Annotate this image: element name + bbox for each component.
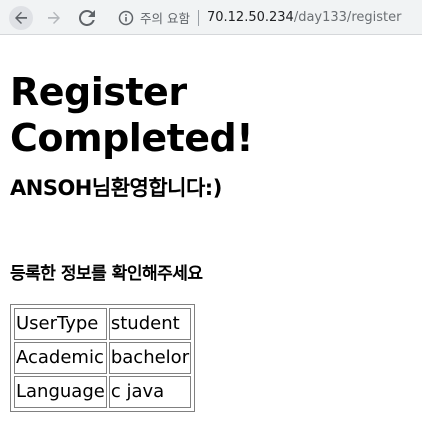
table-row: Language c java: [14, 376, 192, 408]
registration-info-table: UserType student Academic bachelor Langu…: [10, 304, 196, 412]
url-host: 70.12.50.234: [206, 10, 294, 25]
back-button[interactable]: [9, 6, 33, 30]
confirm-prompt: 등록한 정보를 확인해주세요: [10, 264, 203, 284]
row-value: student: [108, 308, 192, 340]
row-label: Language: [14, 376, 107, 408]
page-title: Register Completed!: [10, 70, 254, 160]
row-label: UserType: [14, 308, 107, 340]
forward-button[interactable]: [42, 6, 66, 30]
arrow-right-icon: [48, 11, 60, 24]
row-value: c java: [108, 376, 192, 408]
reload-icon: [79, 10, 95, 26]
info-icon[interactable]: [118, 10, 134, 26]
arrow-left-icon: [15, 11, 27, 24]
welcome-message: ANSOH님환영합니다:): [10, 176, 222, 200]
page-content: Register Completed! ANSOH님환영합니다:) 등록한 정보…: [10, 36, 420, 412]
url-path: /day133/register: [293, 10, 402, 25]
row-label: Academic: [14, 342, 107, 374]
address-bar[interactable]: 주의 요함 70.12.50.234 /day133/register: [108, 3, 422, 32]
table-row: Academic bachelor: [14, 342, 192, 374]
address-divider: [197, 9, 199, 26]
table-row: UserType student: [14, 308, 192, 340]
reload-button[interactable]: [75, 6, 99, 30]
row-value: bachelor: [108, 342, 192, 374]
browser-toolbar: 주의 요함 70.12.50.234 /day133/register: [0, 0, 422, 35]
security-status-label[interactable]: 주의 요함: [140, 8, 190, 27]
